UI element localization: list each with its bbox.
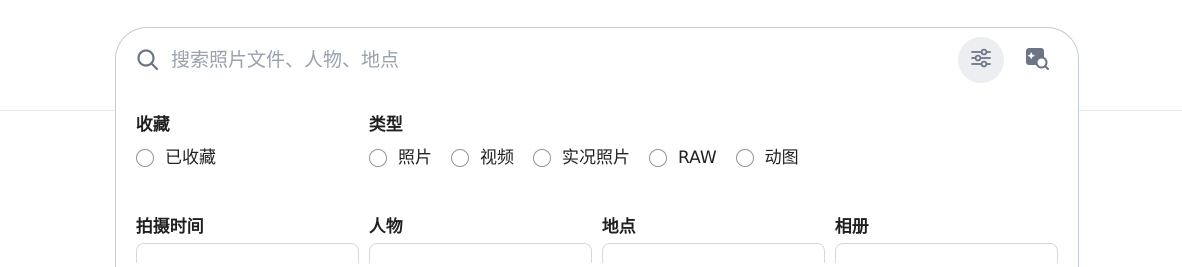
- radio-favorited[interactable]: [136, 149, 154, 167]
- type-options: 照片 视频 实况照片 RAW 动图: [369, 148, 818, 168]
- option-animated[interactable]: 动图: [735, 148, 799, 168]
- album-section: 相册: [835, 217, 869, 237]
- favorites-section: 收藏 已收藏: [136, 115, 235, 168]
- radio-photo[interactable]: [369, 149, 387, 167]
- option-favorited[interactable]: 已收藏: [136, 148, 216, 168]
- option-raw[interactable]: RAW: [649, 148, 717, 168]
- search-input[interactable]: [171, 42, 931, 78]
- date-title: 拍摄时间: [136, 217, 204, 237]
- sliders-icon: [969, 46, 993, 74]
- location-section: 地点: [602, 217, 636, 237]
- people-title: 人物: [369, 217, 403, 237]
- radio-animated[interactable]: [735, 149, 754, 167]
- people-select[interactable]: [369, 243, 592, 263]
- option-label: 动图: [764, 148, 799, 168]
- date-select[interactable]: [136, 243, 359, 263]
- image-search-icon: [1024, 45, 1050, 75]
- option-live-photo[interactable]: 实况照片: [533, 148, 630, 168]
- location-title: 地点: [602, 217, 636, 237]
- people-section: 人物: [369, 217, 403, 237]
- album-title: 相册: [835, 217, 869, 237]
- radio-raw[interactable]: [649, 149, 667, 167]
- location-select[interactable]: [602, 243, 825, 263]
- option-label: 已收藏: [165, 148, 216, 168]
- option-label: 实况照片: [562, 148, 630, 168]
- type-section: 类型 照片 视频 实况照片 RAW 动图: [369, 115, 818, 168]
- favorites-options: 已收藏: [136, 148, 235, 168]
- date-section: 拍摄时间: [136, 217, 204, 237]
- search-bar: [116, 28, 1078, 92]
- option-photo[interactable]: 照片: [369, 148, 432, 168]
- option-video[interactable]: 视频: [451, 148, 514, 168]
- type-title: 类型: [369, 115, 403, 135]
- search-icon: [136, 48, 160, 72]
- album-select[interactable]: [835, 243, 1058, 263]
- option-label: RAW: [678, 148, 717, 168]
- filter-button[interactable]: [958, 37, 1004, 83]
- radio-video[interactable]: [451, 149, 469, 167]
- radio-live-photo[interactable]: [533, 149, 551, 167]
- image-search-button[interactable]: [1014, 37, 1060, 83]
- search-panel: 收藏 已收藏 类型 照片 视频 实况照片 RAW: [115, 27, 1079, 267]
- favorites-title: 收藏: [136, 115, 170, 135]
- option-label: 视频: [480, 148, 514, 168]
- option-label: 照片: [398, 148, 432, 168]
